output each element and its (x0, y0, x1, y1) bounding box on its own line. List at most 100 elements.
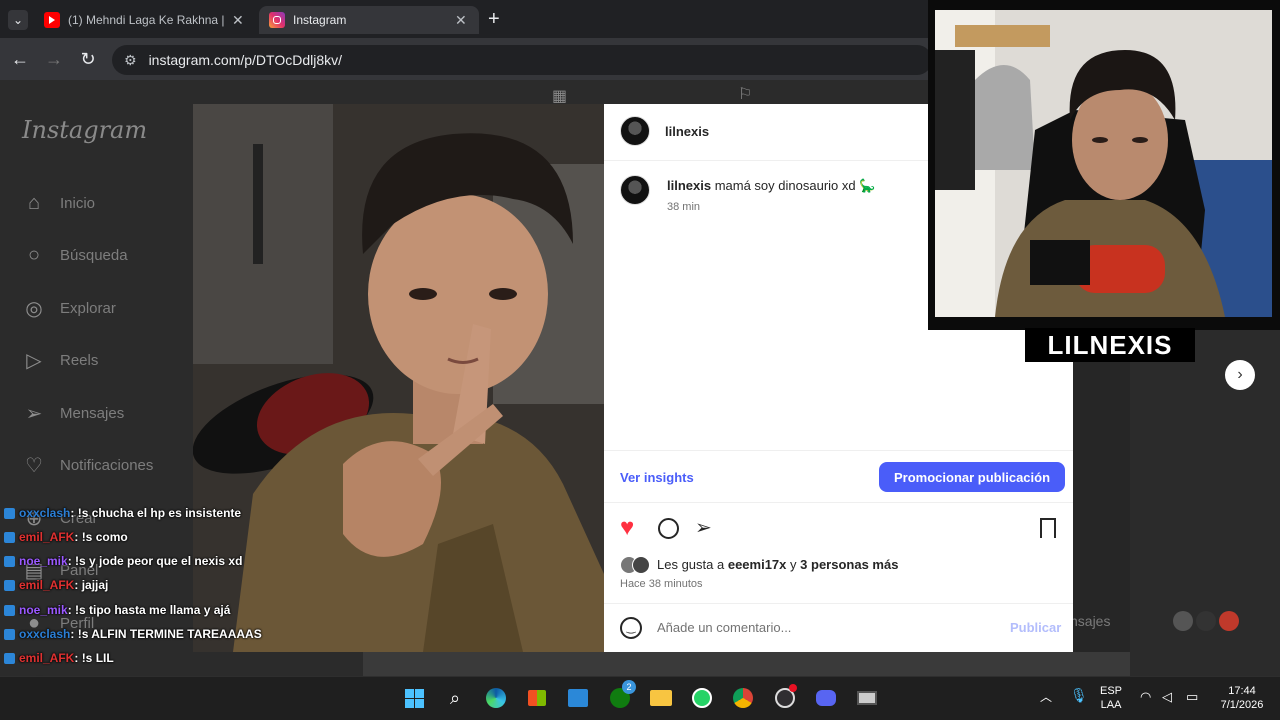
avatar[interactable] (620, 175, 650, 205)
clock[interactable]: 17:44 7/1/2026 (1212, 684, 1272, 712)
search-icon[interactable]: ⌕ (441, 684, 469, 712)
caption-username[interactable]: lilnexis (667, 178, 711, 193)
obs-icon[interactable] (771, 684, 799, 712)
chat-username: emil_AFK (19, 651, 75, 665)
chat-message: emil_AFK: !s como (4, 527, 128, 547)
address-bar[interactable]: ⚙ instagram.com/p/DTOcDdlj8kv/ (112, 45, 932, 75)
discord-icon[interactable] (812, 684, 840, 712)
whatsapp-icon[interactable] (688, 684, 716, 712)
home-icon: ⌂ (27, 191, 41, 214)
tab-instagram[interactable]: Instagram ✕ (259, 6, 479, 34)
sidebar-item-mensajes[interactable]: ➢ Mensajes (22, 396, 125, 430)
chat-message: noe_mik: !s y jode peor que el nexis xd (4, 551, 242, 571)
sidebar-label: Mensajes (60, 404, 125, 422)
chat-platform-icon (4, 628, 15, 640)
insights-divider (604, 450, 1073, 451)
chat-message: oxxclash: !s chucha el hp es insistente (4, 503, 241, 523)
lang-top: ESP (1100, 685, 1123, 697)
edge-icon[interactable] (482, 684, 510, 712)
messages-label: nsajes (1070, 613, 1111, 629)
save-bookmark-icon[interactable] (1040, 518, 1056, 538)
emoji-icon[interactable]: ‿ (620, 617, 642, 639)
taskbar (0, 676, 1280, 720)
chat-platform-icon (4, 604, 15, 616)
post-time: Hace 38 minutos (620, 578, 703, 590)
likes-user[interactable]: eeemi17x (728, 557, 787, 572)
view-insights-link[interactable]: Ver insights (620, 470, 694, 485)
recording-dot (789, 684, 797, 692)
webcam-photo (935, 10, 1272, 317)
grid-icon[interactable]: ▦ (552, 86, 567, 106)
app-icon[interactable] (853, 684, 881, 712)
file-explorer-icon[interactable] (647, 684, 675, 712)
new-tab-button[interactable]: + (488, 8, 500, 31)
instagram-icon (269, 12, 285, 28)
forward-icon[interactable]: → (42, 47, 66, 71)
sidebar-label: Búsqueda (60, 246, 128, 264)
chat-platform-icon (4, 652, 15, 664)
promote-post-button[interactable]: Promocionar publicación (879, 462, 1066, 492)
profile-grid-strip (363, 652, 1130, 676)
sidebar-item-reels[interactable]: ▷ Reels (22, 343, 98, 377)
chat-platform-icon (4, 555, 15, 567)
messages-dock[interactable]: nsajes (1070, 608, 1270, 634)
chat-username: emil_AFK (19, 530, 75, 544)
site-info-icon[interactable]: ⚙ (124, 52, 137, 69)
wifi-icon[interactable]: ◠ (1140, 690, 1151, 704)
tray-overflow-icon[interactable]: ︿ (1040, 690, 1052, 704)
reload-icon[interactable]: ↻ (76, 47, 100, 71)
sidebar-label: Explorar (60, 299, 116, 317)
chat-text: : !s tipo hasta me llama y ajá (67, 603, 231, 617)
language-indicator[interactable]: ESP LAA (1100, 684, 1122, 712)
sidebar-item-notificaciones[interactable]: ♡ Notificaciones (22, 448, 153, 482)
send-icon: ➢ (25, 402, 43, 425)
sidebar-item-inicio[interactable]: ⌂ Inicio (22, 186, 95, 220)
caption-time: 38 min (667, 201, 701, 213)
xbox-icon[interactable]: 2 (606, 680, 636, 712)
like-heart-icon[interactable]: ♥ (620, 515, 634, 541)
chat-username: noe_mik (19, 603, 68, 617)
store-icon[interactable] (523, 684, 551, 712)
chat-text: : !s ALFIN TERMINE TAREAAAAS (70, 627, 262, 641)
chat-message: noe_mik: !s tipo hasta me llama y ajá (4, 600, 230, 620)
chat-text: : !s chucha el hp es insistente (70, 506, 242, 520)
publish-comment-button[interactable]: Publicar (1010, 620, 1061, 635)
sidebar-label: Inicio (60, 194, 96, 212)
tab-title: (1) Mehndi Laga Ke Rakhna | Ly (68, 13, 224, 27)
tab-search-button[interactable]: ⌄ (8, 10, 28, 30)
avatar (1219, 611, 1240, 631)
chrome-icon[interactable] (729, 684, 757, 712)
chat-platform-icon (4, 579, 15, 591)
close-tab-icon[interactable]: ✕ (232, 12, 244, 29)
actions-divider (604, 502, 1073, 503)
lang-bottom: LAA (1100, 699, 1122, 711)
battery-icon[interactable]: ▭ (1186, 690, 1198, 704)
chat-text: : !s LIL (74, 651, 114, 665)
likes-mid: y (790, 557, 797, 572)
bookmark-icon[interactable]: ⚐ (738, 84, 752, 104)
likes-others[interactable]: 3 personas más (800, 557, 898, 572)
widgets-icon[interactable] (564, 684, 592, 712)
avatar[interactable] (620, 116, 650, 146)
youtube-icon (44, 12, 60, 28)
chat-platform-icon (4, 531, 15, 543)
close-tab-icon[interactable]: ✕ (455, 12, 467, 29)
back-icon[interactable]: ← (8, 47, 32, 71)
comment-icon[interactable] (658, 518, 679, 539)
chat-text: : !s como (74, 530, 128, 544)
chat-text: : !s y jode peor que el nexis xd (67, 554, 243, 568)
microphone-icon[interactable]: 🎙 (1070, 688, 1088, 702)
tab-youtube[interactable]: (1) Mehndi Laga Ke Rakhna | Ly ✕ (44, 6, 254, 34)
sidebar-item-busqueda[interactable]: ○ Búsqueda (22, 238, 128, 272)
comment-input[interactable]: Añade un comentario... (657, 620, 977, 635)
instagram-logo[interactable]: Instagram (22, 116, 147, 144)
windows-start-icon[interactable] (400, 684, 428, 712)
chat-message: oxxclash: !s ALFIN TERMINE TAREAAAAS (4, 624, 262, 644)
post-image[interactable] (193, 104, 604, 652)
next-post-button[interactable]: › (1225, 360, 1255, 390)
likes-text: Les gusta a eeemi17x y 3 personas más (657, 557, 898, 572)
post-author[interactable]: lilnexis (665, 124, 709, 139)
sidebar-item-explorar[interactable]: ◎ Explorar (22, 291, 116, 325)
share-icon[interactable]: ➢ (695, 515, 712, 540)
volume-icon[interactable]: ◁ (1162, 690, 1172, 704)
